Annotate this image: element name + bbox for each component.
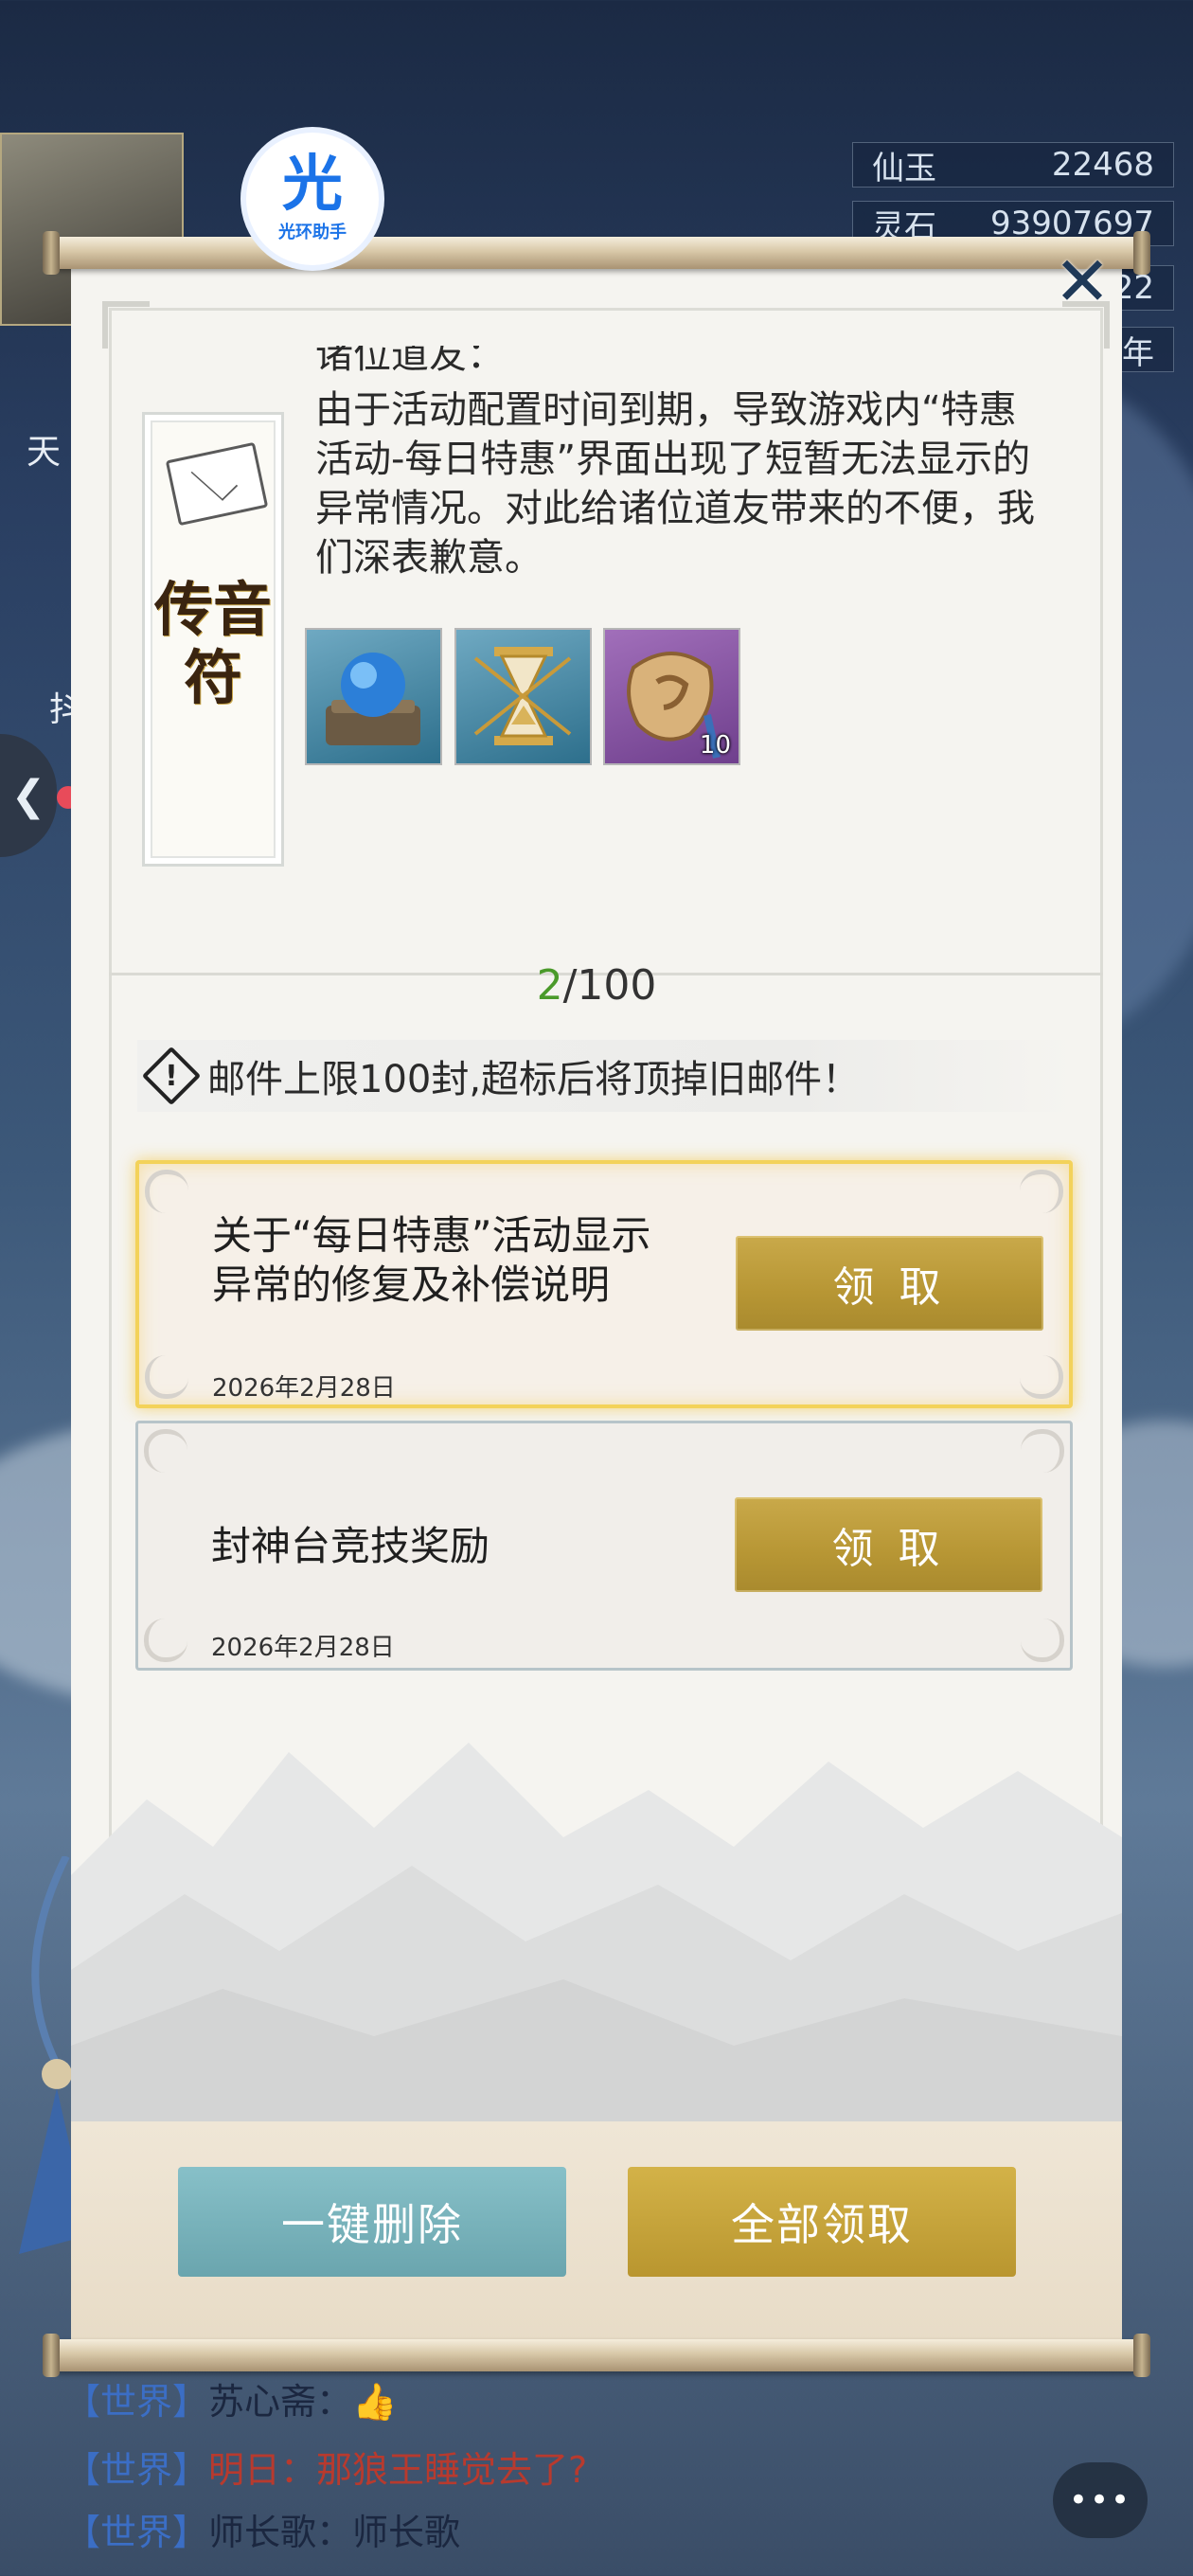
- chat-message: 那狼王睡觉去了?: [316, 2449, 588, 2491]
- chat-name: 师长歌：: [208, 2512, 353, 2553]
- mail-item-1[interactable]: 关于“每日特惠”活动显示异常的修复及补偿说明 2026年2月28日 领 取: [135, 1160, 1073, 1408]
- assistant-badge[interactable]: 光 光环助手: [246, 133, 379, 265]
- mail-date: 2026年2月28日: [211, 1634, 395, 1662]
- item-count: 10: [699, 731, 731, 760]
- frame-corner: [1062, 301, 1110, 349]
- chat-channel: 【世界】: [64, 2381, 209, 2423]
- frame-corner: [102, 301, 150, 349]
- blue-orb-icon: [326, 653, 420, 745]
- assistant-badge-glyph: 光: [282, 150, 343, 220]
- delete-all-button[interactable]: 一键删除: [178, 2167, 566, 2277]
- talisman-title: 传音符: [153, 575, 272, 712]
- chat-channel: 【世界】: [64, 2449, 209, 2491]
- xianyu-label: 仙玉: [872, 149, 936, 188]
- chat-channel: 【世界】: [64, 2512, 209, 2553]
- chat-line-1[interactable]: 【世界】苏心斋：👍: [64, 2372, 397, 2424]
- attachment-item-2[interactable]: [454, 628, 592, 765]
- chat-more-button[interactable]: •••: [1053, 2462, 1148, 2538]
- mail-date: 2026年2月28日: [212, 1374, 396, 1403]
- card-corner: [1020, 1355, 1063, 1399]
- card-corner: [1020, 1170, 1063, 1213]
- card-corner: [1021, 1429, 1064, 1473]
- mail-title: 封神台竞技奖励: [211, 1523, 490, 1569]
- card-corner: [144, 1619, 187, 1662]
- card-corner: [1021, 1619, 1064, 1662]
- scroll-top-roller: [43, 231, 1150, 275]
- card-corner: [144, 1429, 187, 1473]
- chat-message: 师长歌: [352, 2512, 461, 2553]
- xianyu-value: 22468: [1051, 146, 1154, 184]
- mail-counter: 2/100: [0, 961, 1193, 1010]
- side-label-1: 天: [27, 433, 62, 472]
- talisman-scroll: 传音符: [142, 412, 284, 867]
- mail-greeting: 诸位道友：: [315, 346, 505, 377]
- mail-body-text: 由于活动配置时间到期，导致游戏内“特惠活动-每日特惠”界面出现了短暂无法显示的异…: [315, 388, 1035, 580]
- more-dots-icon: •••: [1068, 2481, 1132, 2519]
- mail-count-current: 2: [536, 961, 563, 1010]
- attachment-item-3[interactable]: 10: [603, 628, 740, 765]
- card-corner: [145, 1170, 188, 1213]
- mail-item-2[interactable]: 封神台竞技奖励 2026年2月28日 领 取: [135, 1421, 1073, 1671]
- mail-body[interactable]: 诸位道友： 由于活动配置时间到期，导致游戏内“特惠活动-每日特惠”界面出现了短暂…: [315, 346, 1054, 582]
- claim-all-button[interactable]: 全部领取: [628, 2167, 1016, 2277]
- side-arrow-icon: ❮: [10, 771, 46, 820]
- envelope-icon: [165, 441, 269, 527]
- chat-name: 苏心斋：: [208, 2381, 353, 2423]
- warning-icon: !: [149, 1053, 194, 1099]
- chat-name: 明日：: [208, 2449, 317, 2491]
- claim-button[interactable]: 领 取: [736, 1236, 1043, 1331]
- chat-line-2[interactable]: 【世界】明日：那狼王睡觉去了?: [64, 2441, 587, 2493]
- assistant-badge-label: 光环助手: [278, 223, 347, 242]
- mail-limit-notice: ! 邮件上限100封,超标后将顶掉旧邮件！: [137, 1040, 1075, 1112]
- hud-row-4-value: 年: [1122, 333, 1154, 372]
- mountain-decoration: [71, 1743, 1122, 2121]
- mail-count-total: /100: [562, 961, 657, 1010]
- claim-button[interactable]: 领 取: [735, 1497, 1042, 1592]
- scroll-bottom-roller: [43, 2334, 1150, 2377]
- chat-message: 👍: [352, 2381, 398, 2423]
- xianyu-currency: 仙玉 22468: [852, 142, 1174, 188]
- card-corner: [145, 1355, 188, 1399]
- attachment-item-1[interactable]: [305, 628, 442, 765]
- mail-title: 关于“每日特惠”活动显示异常的修复及补偿说明: [212, 1212, 651, 1308]
- chat-line-3[interactable]: 【世界】师长歌：师长歌: [64, 2503, 460, 2555]
- hourglass-icon: [473, 647, 572, 745]
- mail-limit-text: 邮件上限100封,超标后将顶掉旧邮件！: [207, 1058, 861, 1101]
